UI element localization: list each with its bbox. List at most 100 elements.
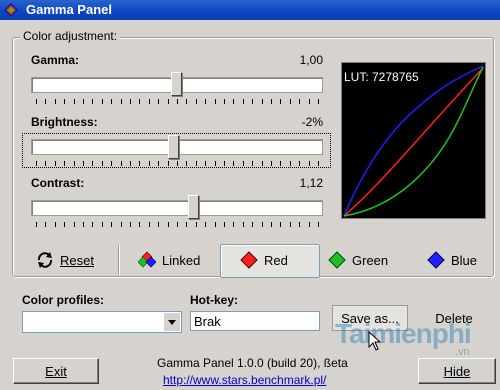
slider-tick <box>130 99 131 104</box>
slider-tick <box>139 161 140 166</box>
contrast-slider-track[interactable] <box>31 200 323 216</box>
green-channel-button[interactable]: Green <box>328 244 388 276</box>
slider-tick <box>196 222 197 227</box>
chevron-down-icon[interactable] <box>163 313 180 331</box>
slider-tick <box>83 161 84 166</box>
slider-tick <box>102 99 103 104</box>
gamma-panel-app-icon <box>4 3 18 17</box>
watermark-suffix: .vn <box>455 346 470 358</box>
slider-tick <box>262 99 263 104</box>
gamma-label: Gamma: <box>31 53 80 67</box>
slider-tick <box>55 222 56 227</box>
contrast-value: 1,12 <box>299 176 323 190</box>
slider-tick <box>121 161 122 166</box>
slider-tick <box>55 99 56 104</box>
slider-tick <box>111 222 112 227</box>
color-adjustment-label: Color adjustment: <box>20 29 121 43</box>
lut-value-label: LUT: 7278765 <box>344 70 419 84</box>
slider-tick <box>224 99 225 104</box>
version-text: Gamma Panel 1.0.0 (build 20), ßeta <box>157 356 348 370</box>
color-profiles-label: Color profiles: <box>22 293 105 307</box>
slider-tick <box>177 222 178 227</box>
reset-label: Reset <box>60 252 94 268</box>
slider-tick <box>233 99 234 104</box>
hotkey-input[interactable]: Brak <box>190 311 320 331</box>
slider-tick <box>139 222 140 227</box>
gamma-value: 1,00 <box>299 53 323 67</box>
slider-tick <box>149 99 150 104</box>
gamma-slider-thumb[interactable] <box>171 72 182 96</box>
blue-diamond-icon <box>427 251 445 269</box>
slider-tick <box>121 99 122 104</box>
toolbar-divider <box>118 245 120 275</box>
slider-tick <box>64 161 65 166</box>
slider-tick <box>205 222 206 227</box>
slider-tick <box>318 222 319 227</box>
slider-tick <box>299 99 300 104</box>
slider-tick <box>64 222 65 227</box>
slider-tick <box>74 99 75 104</box>
title-bar[interactable]: Gamma Panel <box>0 0 500 20</box>
slider-tick <box>271 222 272 227</box>
red-channel-content: Red <box>240 244 288 276</box>
slider-tick <box>280 99 281 104</box>
hide-button[interactable]: Hide <box>418 358 496 384</box>
slider-tick <box>139 99 140 104</box>
slider-tick <box>196 99 197 104</box>
brightness-value: -2% <box>301 115 323 129</box>
slider-tick <box>158 161 159 166</box>
slider-tick <box>262 222 263 227</box>
slider-tick <box>36 99 37 104</box>
mouse-cursor-icon <box>368 331 382 351</box>
slider-tick <box>149 222 150 227</box>
slider-tick <box>186 99 187 104</box>
website-link[interactable]: http://www.stars.benchmark.pl/ <box>163 373 326 387</box>
blue-channel-button[interactable]: Blue <box>427 244 477 276</box>
slider-tick <box>92 161 93 166</box>
slider-tick <box>271 161 272 166</box>
slider-tick <box>158 99 159 104</box>
contrast-label: Contrast: <box>31 176 85 190</box>
red-diamond-icon <box>240 251 258 269</box>
brightness-slider-thumb[interactable] <box>168 135 179 159</box>
color-profiles-combobox[interactable] <box>22 311 182 333</box>
hide-label: Hide <box>443 363 471 379</box>
exit-label: Exit <box>45 363 67 379</box>
slider-tick <box>64 99 65 104</box>
contrast-slider-thumb[interactable] <box>188 195 199 219</box>
slider-tick <box>290 161 291 166</box>
blue-label: Blue <box>451 252 478 268</box>
red-curve <box>343 67 484 217</box>
slider-tick <box>215 99 216 104</box>
slider-tick <box>233 161 234 166</box>
slider-tick <box>271 99 272 104</box>
slider-tick <box>224 222 225 227</box>
blue-curve <box>343 65 484 217</box>
green-curve <box>343 66 484 217</box>
slider-tick <box>92 222 93 227</box>
green-diamond-icon <box>328 251 346 269</box>
slider-tick <box>243 222 244 227</box>
slider-tick <box>309 222 310 227</box>
exit-button[interactable]: Exit <box>13 358 99 384</box>
slider-tick <box>309 99 310 104</box>
slider-tick <box>262 161 263 166</box>
reset-button[interactable]: Reset <box>36 244 94 276</box>
slider-tick <box>111 161 112 166</box>
slider-tick <box>149 161 150 166</box>
reset-arrows-icon <box>37 252 53 268</box>
slider-tick <box>130 161 131 166</box>
slider-tick <box>252 222 253 227</box>
slider-tick <box>299 222 300 227</box>
slider-tick <box>280 222 281 227</box>
brightness-slider-ticks <box>36 161 319 167</box>
slider-tick <box>224 161 225 166</box>
slider-tick <box>83 222 84 227</box>
slider-tick <box>252 161 253 166</box>
slider-tick <box>55 161 56 166</box>
linked-button[interactable]: Linked <box>138 244 200 276</box>
slider-tick <box>215 222 216 227</box>
slider-tick <box>186 222 187 227</box>
brightness-label: Brightness: <box>31 115 98 129</box>
slider-tick <box>168 222 169 227</box>
